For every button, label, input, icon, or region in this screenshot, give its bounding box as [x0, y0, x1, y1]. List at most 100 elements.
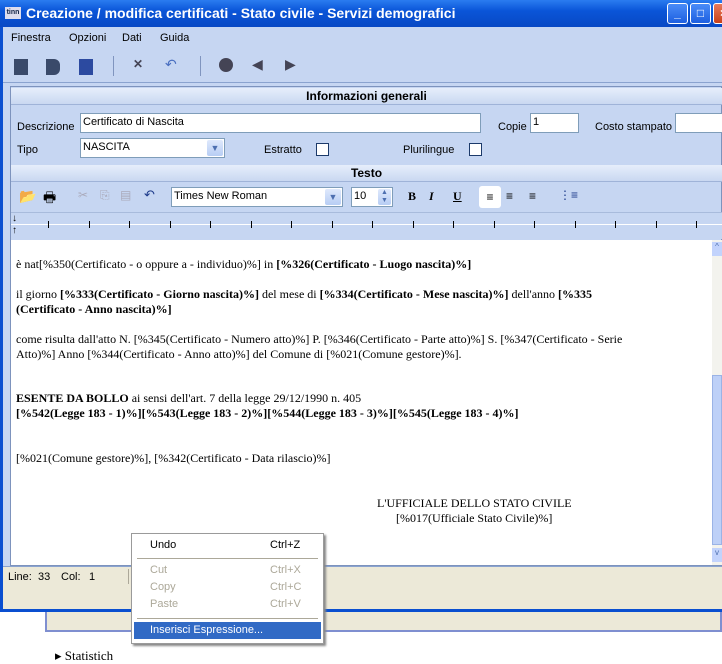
menu-item-label: Cut — [150, 564, 168, 576]
text-segment: L'UFFICIALE DELLO STATO CIVILE — [377, 496, 572, 510]
undo-icon[interactable]: ↶ — [165, 56, 177, 73]
menu-item-shortcut: Ctrl+V — [270, 598, 301, 610]
testo-header: Testo — [11, 165, 722, 182]
font-size-value: 10 — [354, 190, 367, 202]
bold-button[interactable]: B — [408, 189, 416, 204]
copie-label: Copie — [498, 121, 527, 133]
align-right-button[interactable]: ≡ — [529, 189, 536, 203]
context-menu-item[interactable]: Inserisci Espressione... — [134, 622, 321, 639]
text-line: L'UFFICIALE DELLO STATO CIVILE — [377, 496, 572, 511]
costo-stampato-input[interactable] — [675, 113, 722, 133]
text-line: Atto)%] Anno [%344(Certificato - Anno at… — [16, 347, 462, 362]
print-icon[interactable]: 🖶 — [43, 187, 56, 211]
ruler-tick — [250, 221, 252, 228]
menu-item-shortcut: Ctrl+X — [270, 564, 301, 576]
align-left-button[interactable]: ≡ — [479, 186, 501, 208]
ruler-tick — [696, 221, 697, 228]
descrizione-input[interactable]: Certificato di Nascita — [80, 113, 481, 133]
plurilingue-label: Plurilingue — [403, 144, 455, 156]
context-menu-item[interactable]: Paste Ctrl+V — [134, 596, 321, 613]
arrow-left-icon[interactable]: ◀ — [252, 56, 263, 73]
main-toolbar: ✕ ↶ ◀ ▶ — [3, 50, 722, 83]
font-value: Times New Roman — [174, 190, 268, 202]
ruler-tick — [129, 221, 130, 228]
menu-opzioni[interactable]: Opzioni — [69, 32, 106, 44]
ruler-tick — [453, 221, 454, 228]
text-segment: dell'anno — [508, 287, 559, 301]
chevron-down-icon[interactable]: ▼ — [325, 189, 341, 205]
context-menu-item[interactable]: Copy Ctrl+C — [134, 579, 321, 596]
underline-button[interactable]: U — [453, 189, 462, 204]
plurilingue-checkbox[interactable] — [469, 143, 482, 156]
ruler-tick — [574, 221, 576, 228]
tipo-select[interactable]: NASCITA ▼ — [80, 138, 225, 158]
left-indent-marker-icon[interactable]: ↑ — [12, 225, 17, 236]
ruler-tick — [331, 221, 333, 228]
menu-item-shortcut: Ctrl+Z — [270, 539, 301, 551]
scroll-up-icon[interactable]: ^ — [712, 242, 722, 256]
scroll-thumb[interactable] — [712, 375, 722, 545]
text-line: [%017(Ufficiale Stato Civile)%] — [396, 511, 552, 526]
ruler[interactable]: ↓ ↑ — [11, 212, 722, 239]
text-segment: [%017(Ufficiale Stato Civile)%] — [396, 511, 553, 525]
status-bar: Line: 33 Col: 1 — [3, 566, 722, 586]
chevron-down-icon[interactable]: ▼ — [207, 140, 223, 156]
font-size-stepper[interactable]: 10 ▲ ▼ — [351, 187, 393, 207]
bold-text-segment: [%542(Legge 183 - 1)%][%543(Legge 183 - … — [16, 406, 519, 420]
context-menu-item[interactable]: Undo Ctrl+Z — [134, 537, 321, 554]
copie-input[interactable]: 1 — [530, 113, 579, 133]
vertical-scrollbar[interactable]: ^ v — [712, 240, 722, 565]
col-label: Col: — [61, 571, 81, 583]
text-segment: ai sensi dell'art. 7 della legge 29/12/1… — [128, 391, 362, 405]
cut-icon[interactable]: ✂ — [78, 188, 88, 202]
paste-icon[interactable]: ▤ — [120, 188, 131, 202]
spin-icon[interactable]: ▲ ▼ — [378, 189, 391, 205]
ruler-tick — [210, 221, 211, 228]
bold-text-segment: ESENTE DA BOLLO — [16, 391, 129, 405]
ruler-tick — [655, 221, 657, 228]
text-segment: [%021(Comune gestore)%], [%342(Certifica… — [16, 451, 331, 465]
text-editor[interactable]: è nat[%350(Certificato - o oppure a - in… — [11, 240, 712, 565]
align-center-button[interactable]: ≡ — [506, 189, 513, 203]
ruler-tick — [88, 221, 90, 228]
toolbar-separator — [113, 56, 114, 76]
open-folder-icon[interactable]: 📂 — [19, 188, 36, 205]
general-info-header: Informazioni generali — [11, 88, 722, 105]
text-line: [%542(Legge 183 - 1)%][%543(Legge 183 - … — [16, 406, 519, 421]
copy-icon[interactable]: ⎘ — [100, 188, 110, 203]
open-document-icon[interactable] — [46, 59, 60, 75]
ruler-tick — [615, 221, 616, 228]
tipo-value: NASCITA — [83, 141, 130, 153]
title-bar[interactable]: tinn Creazione / modifica certificati - … — [0, 0, 722, 27]
menu-item-label: Undo — [150, 539, 177, 551]
text-line: il giorno [%333(Certificato - Giorno nas… — [16, 287, 592, 302]
menu-finestra[interactable]: Finestra — [11, 32, 51, 44]
window-title: Creazione / modifica certificati - Stato… — [26, 5, 456, 21]
maximize-button[interactable]: □ — [690, 3, 711, 24]
menu-dati[interactable]: Dati — [122, 32, 142, 44]
estratto-checkbox[interactable] — [316, 143, 329, 156]
save-icon[interactable] — [79, 59, 93, 75]
scroll-down-icon[interactable]: v — [712, 548, 722, 562]
text-line: come risulta dall'atto N. [%345(Certific… — [16, 332, 622, 347]
font-select[interactable]: Times New Roman ▼ — [171, 187, 343, 207]
text-line: (Certificato - Anno nascita)%] — [16, 302, 172, 317]
menu-item-label: Copy — [150, 581, 176, 593]
context-menu-item[interactable]: Cut Ctrl+X — [134, 562, 321, 579]
line-value: 33 — [38, 571, 51, 583]
first-indent-marker-icon[interactable]: ↓ — [12, 213, 17, 224]
background-item: ▸ Statistich — [55, 648, 113, 664]
italic-button[interactable]: I — [429, 189, 434, 204]
bullet-list-button[interactable]: ⋮≡ — [559, 188, 578, 202]
close-button[interactable]: × — [713, 3, 722, 24]
minimize-button[interactable]: _ — [667, 3, 688, 24]
delete-icon[interactable]: ✕ — [133, 57, 143, 71]
menu-guida[interactable]: Guida — [160, 32, 189, 44]
undo-icon[interactable]: ↶ — [144, 187, 155, 203]
text-segment: del mese di — [258, 287, 320, 301]
descrizione-label: Descrizione — [17, 121, 75, 133]
bold-text-segment: (Certificato - Anno nascita)%] — [16, 302, 172, 316]
new-document-icon[interactable] — [14, 59, 28, 75]
arrow-right-icon[interactable]: ▶ — [285, 56, 296, 73]
search-icon[interactable] — [219, 58, 233, 72]
